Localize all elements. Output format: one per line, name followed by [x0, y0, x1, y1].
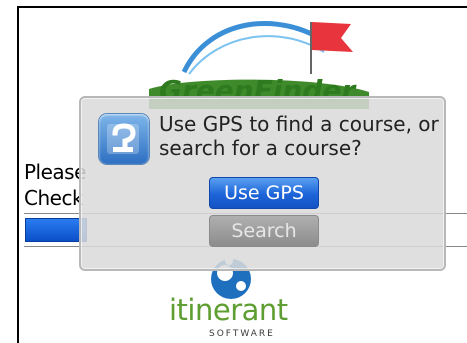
- background-prompt-line1: Please: [24, 160, 86, 184]
- background-prompt-line2: Check: [24, 186, 84, 210]
- device-frame: GreenFinder Please Check itinerant SOFTW…: [0, 0, 467, 343]
- greenfinder-logo: GreenFinder: [129, 14, 379, 109]
- app-screen: GreenFinder Please Check itinerant SOFTW…: [17, 6, 467, 343]
- use-gps-button[interactable]: Use GPS: [209, 177, 319, 209]
- gps-choice-dialog: Use GPS to find a course, or search for …: [79, 96, 446, 271]
- background-progress-bar: [25, 218, 87, 242]
- dialog-message: Use GPS to find a course, or search for …: [159, 112, 439, 160]
- itinerant-logo-sub: SOFTWARE: [209, 329, 275, 339]
- itinerant-logo-word: itinerant: [169, 293, 288, 327]
- greenfinder-logo-graphic: GreenFinder: [149, 21, 369, 109]
- search-button[interactable]: Search: [209, 215, 319, 247]
- question-icon: [99, 114, 149, 164]
